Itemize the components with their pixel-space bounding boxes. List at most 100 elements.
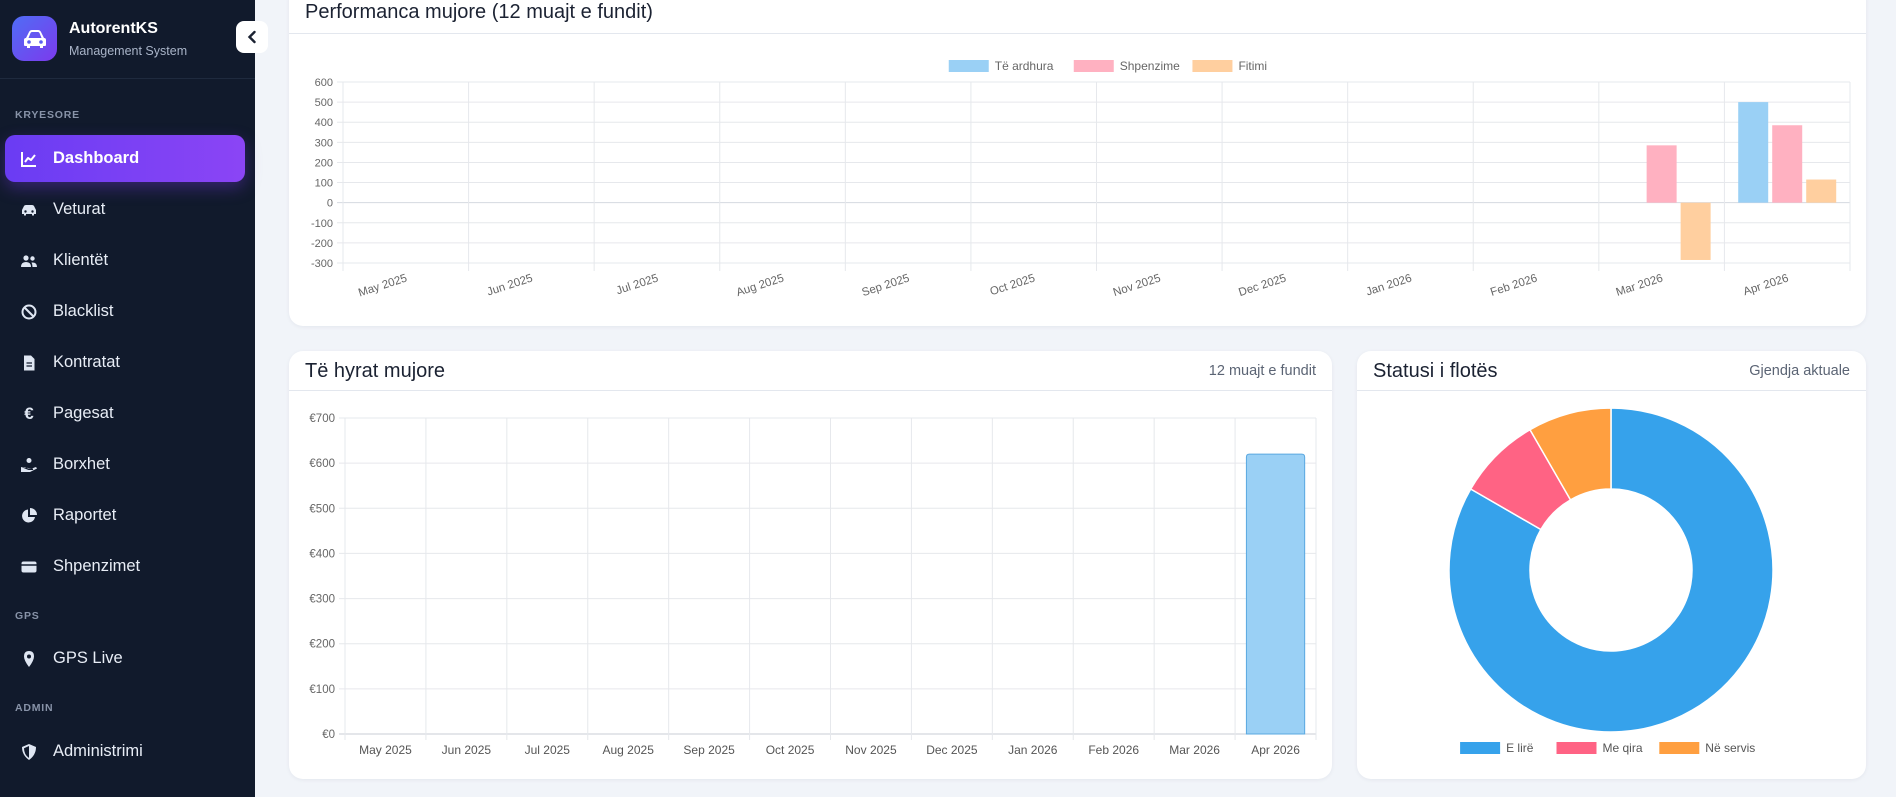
x-tick-label: Apr 2026: [1251, 743, 1300, 757]
bar: [1772, 125, 1803, 203]
legend-label: Të ardhura: [995, 59, 1054, 73]
sidebar-item-klientet[interactable]: Klientët: [5, 237, 245, 284]
sidebar-item-label: Raportet: [53, 506, 117, 524]
y-tick-label: €600: [309, 458, 335, 470]
legend-label: Me qira: [1603, 741, 1643, 755]
x-tick-label: Feb 2026: [1489, 272, 1539, 298]
x-tick-label: Feb 2026: [1088, 743, 1139, 757]
brand-subtitle: Management System: [69, 43, 188, 58]
y-tick-label: €100: [309, 684, 335, 696]
x-tick-label: Dec 2025: [1237, 272, 1288, 299]
y-tick-label: 500: [315, 97, 333, 109]
x-tick-label: Dec 2025: [926, 743, 978, 757]
sidebar-item-label: Klientët: [53, 251, 109, 269]
sidebar-item-dashboard[interactable]: Dashboard: [5, 135, 245, 182]
sidebar-item-pagesat[interactable]: € Pagesat: [5, 390, 245, 437]
x-tick-label: Nov 2025: [1112, 272, 1163, 299]
hand-coin-icon: [19, 455, 39, 475]
fleet-card: Statusi i flotës Gjendja aktuale E lirë M…: [1357, 351, 1866, 779]
x-tick-label: Nov 2025: [845, 743, 897, 757]
bar: [1245, 453, 1306, 735]
revenue-card: Të hyrat mujore 12 muajt e fundit €700 €6…: [289, 351, 1332, 779]
legend-swatch: [948, 60, 989, 72]
legend-swatch: [1460, 742, 1501, 754]
sidebar-item-raportet[interactable]: Raportet: [5, 492, 245, 539]
sidebar-item-label: Veturat: [53, 200, 106, 218]
sidebar-item-label: Shpenzimet: [53, 557, 141, 575]
section-label-kryesore: KRYESORE: [15, 109, 80, 121]
y-tick-label: -200: [311, 238, 333, 250]
y-tick-label: €0: [322, 729, 335, 741]
sidebar-item-label: Dashboard: [53, 149, 140, 167]
x-tick-label: Oct 2025: [989, 272, 1037, 298]
performance-card: Performanca mujore (12 muajt e fundit) 6…: [289, 0, 1866, 326]
sidebar-item-veturat[interactable]: Veturat: [5, 186, 245, 233]
bar: [1738, 102, 1769, 203]
y-tick-label: 300: [315, 137, 333, 149]
sidebar-item-label: Administrimi: [53, 742, 143, 760]
sidebar-item-gps-live[interactable]: GPS Live: [5, 635, 245, 682]
y-tick-label: -300: [311, 258, 333, 270]
x-tick-label: Aug 2025: [735, 272, 786, 299]
x-tick-label: Aug 2025: [603, 743, 655, 757]
legend-label: E lirë: [1506, 741, 1534, 755]
sidebar-collapse-button[interactable]: [236, 21, 268, 53]
brand-divider: [0, 78, 255, 79]
x-tick-label: Oct 2025: [766, 743, 815, 757]
bar: [1680, 202, 1711, 260]
y-tick-label: €500: [309, 503, 335, 515]
pie-chart-icon: [19, 506, 39, 526]
legend-label: Shpenzime: [1120, 59, 1180, 73]
wallet-icon: [19, 557, 39, 577]
legend-label: Në servis: [1705, 741, 1755, 755]
sidebar-item-blacklist[interactable]: Blacklist: [5, 288, 245, 335]
sidebar-item-label: Kontratat: [53, 353, 120, 371]
x-tick-label: Mar 2026: [1615, 272, 1665, 298]
x-tick-label: Jan 2026: [1365, 272, 1414, 298]
legend-swatch: [1192, 60, 1233, 72]
bar: [1806, 179, 1837, 203]
y-tick-label: 100: [315, 178, 333, 190]
x-tick-label: Sep 2025: [683, 743, 735, 757]
x-tick-label: Jul 2025: [615, 272, 660, 297]
sidebar-item-label: Blacklist: [53, 302, 114, 320]
y-tick-label: -100: [311, 218, 333, 230]
sidebar-item-borxhet[interactable]: Borxhet: [5, 441, 245, 488]
users-icon: [19, 251, 39, 271]
car-icon: [19, 200, 39, 220]
x-tick-label: May 2025: [357, 272, 409, 299]
map-pin-icon: [19, 649, 39, 669]
x-tick-label: Jun 2025: [486, 272, 535, 298]
y-tick-label: 400: [315, 117, 333, 129]
y-tick-label: €300: [309, 594, 335, 606]
shield-icon: [19, 742, 39, 762]
y-tick-label: €700: [309, 413, 335, 425]
euro-icon: €: [24, 403, 34, 423]
x-tick-label: Apr 2026: [1742, 272, 1790, 298]
chevron-left-icon: [247, 30, 256, 44]
y-tick-label: €200: [309, 639, 335, 651]
section-label-admin: ADMIN: [15, 702, 54, 714]
legend-swatch: [1659, 742, 1700, 754]
sidebar-item-kontratat[interactable]: Kontratat: [5, 339, 245, 386]
legend-swatch: [1556, 742, 1597, 754]
y-tick-label: 0: [327, 198, 333, 210]
x-tick-label: May 2025: [359, 743, 412, 757]
sidebar: AutorentKS Management System KRYESORE Da…: [0, 0, 255, 797]
ban-icon: [19, 302, 39, 322]
bar: [1646, 145, 1677, 203]
revenue-chart: €700 €600 €500 €400 €300 €200 €100 €0 May 2025 Ju…: [309, 413, 1317, 757]
fleet-chart: E lirë Me qira Në servis: [1448, 407, 1774, 755]
sidebar-item-label: GPS Live: [53, 649, 123, 667]
car-logo-icon: [12, 16, 57, 61]
sidebar-item-administrimi[interactable]: Administrimi: [5, 728, 245, 775]
sidebar-item-shpenzimet[interactable]: Shpenzimet: [5, 543, 245, 590]
y-tick-label: 200: [315, 157, 333, 169]
x-tick-label: Mar 2026: [1169, 743, 1220, 757]
sidebar-item-label: Borxhet: [53, 455, 110, 473]
document-icon: [19, 353, 39, 373]
brand[interactable]: AutorentKS Management System: [12, 16, 187, 61]
legend-swatch: [1073, 60, 1114, 72]
section-label-gps: GPS: [15, 610, 40, 622]
y-tick-label: €400: [309, 548, 335, 560]
